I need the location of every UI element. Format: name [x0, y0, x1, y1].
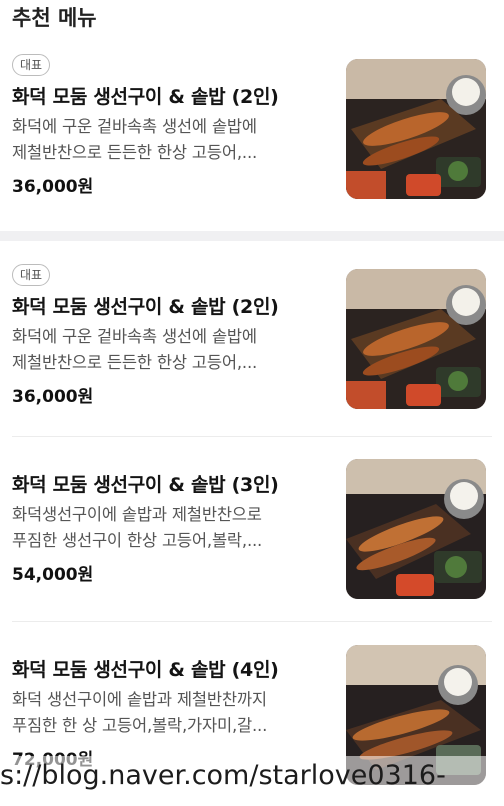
menu-item-description: 화덕생선구이에 솥밥과 제철반찬으로 푸짐한 생선구이 한상 고등어,볼락,..… [12, 505, 263, 550]
watermark: s://blog.naver.com/starlove0316- [0, 756, 504, 796]
menu-item-photo[interactable] [346, 59, 486, 199]
menu-item-description: 화덕에 구운 겉바속촉 생선에 솥밥에 제철반찬으로 든든한 한상 고등어,..… [12, 327, 258, 372]
item-divider [12, 621, 492, 622]
menu-item-photo[interactable] [346, 459, 486, 599]
menu-item-photo[interactable] [346, 269, 486, 409]
menu-item-description: 화덕 생선구이에 솥밥과 제철반찬까지 푸짐한 한 상 고등어,볼락,가자미,갈… [12, 690, 268, 735]
menu-item-description: 화덕에 구운 겉바속촉 생선에 솥밥에 제철반찬으로 든든한 한상 고등어,..… [12, 117, 258, 162]
signature-badge: 대표 [12, 264, 51, 286]
signature-badge: 대표 [12, 54, 51, 76]
item-divider [12, 436, 492, 437]
section-divider [0, 231, 504, 241]
section-title: 추천 메뉴 [12, 6, 97, 30]
